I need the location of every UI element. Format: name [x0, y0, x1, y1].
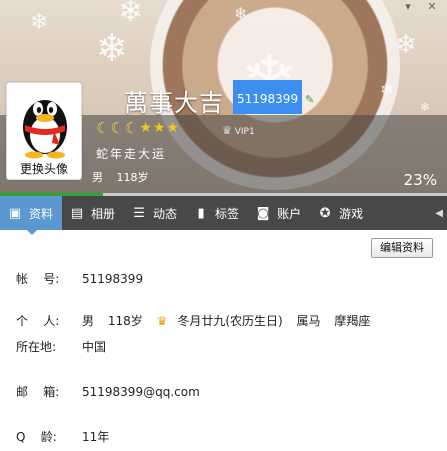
feed-list-icon: ☰: [133, 205, 145, 221]
tab-games[interactable]: ✪ 游戏: [310, 196, 372, 230]
age: 118岁: [107, 314, 143, 328]
birthday: 冬月廿九(农历生日): [177, 314, 283, 328]
tab-label: 标签: [215, 206, 240, 221]
tab-bar: ▣ 资料 ▤ 相册 ☰ 动态 ▮ 标签 ◙ 账户 ✪ 游戏 ◀: [0, 196, 447, 230]
vip-badge[interactable]: ♛ VIP1: [222, 124, 255, 137]
avatar-frame[interactable]: 更换头像: [6, 82, 82, 180]
tab-album[interactable]: ▤ 相册: [62, 196, 124, 230]
personal-value: 男 118岁 ♛ 冬月廿九(农历生日) 属马 摩羯座: [82, 312, 380, 329]
tab-label: 动态: [153, 206, 178, 221]
tab-label: 相册: [91, 206, 116, 221]
snowflake-icon: ❄: [380, 80, 394, 99]
nickname: 萬事大吉: [124, 89, 224, 117]
profile-header: ❄ ❄ ❄ ❄ ❄ ❄ ❄ ❄ ▾ ✕ 更换头像 萬事大吉 51198399 ✎…: [0, 0, 447, 195]
tab-feed[interactable]: ☰ 动态: [124, 196, 186, 230]
gender: 男: [92, 171, 103, 184]
gender: 男: [82, 314, 95, 328]
close-icon[interactable]: ✕: [423, 0, 441, 14]
star-icon: ★: [152, 120, 166, 136]
moon-icon: ☾: [96, 119, 110, 137]
briefcase-icon: ◙: [256, 205, 270, 221]
account-row: 帐 号: 51198399: [16, 270, 143, 287]
q-age-row: Q 龄: 11年: [16, 428, 109, 445]
q-age-value: 11年: [82, 430, 110, 444]
tab-tags[interactable]: ▮ 标签: [186, 196, 248, 230]
album-icon: ▤: [70, 205, 84, 221]
qq-penguin-avatar: [23, 100, 67, 159]
birthday-crown-icon: ♛: [156, 314, 168, 328]
bookmark-icon: ▮: [197, 205, 205, 221]
tab-account[interactable]: ◙ 账户: [248, 196, 310, 230]
field-label: Q 龄:: [16, 430, 57, 444]
snowflake-icon: ❄: [420, 100, 431, 114]
window-controls: ▾ ✕: [399, 0, 441, 14]
location-value: 中国: [82, 340, 107, 354]
moon-icon: ☾: [124, 119, 139, 137]
location-row: 所在地: 中国: [16, 338, 106, 355]
tab-label: 游戏: [339, 206, 364, 221]
qq-number[interactable]: 51198399: [233, 80, 303, 114]
edit-profile-button[interactable]: 编辑资料: [371, 238, 433, 258]
snowflake-icon: ❄: [234, 4, 248, 23]
zodiac: 属马: [296, 314, 321, 328]
field-label: 所在地:: [16, 340, 57, 354]
tab-profile[interactable]: ▣ 资料: [0, 196, 63, 230]
age: 118岁: [116, 171, 149, 184]
field-label: 个 人:: [16, 314, 60, 328]
snowflake-icon: ❄: [118, 0, 144, 29]
email-row: 邮 箱: 51198399@qq.com: [16, 383, 200, 400]
profile-completion: 23%: [403, 171, 437, 189]
snowflake-icon: ❄: [96, 26, 128, 70]
constellation: 摩羯座: [334, 314, 371, 328]
email-value: 51198399@qq.com: [82, 384, 200, 399]
star-icon: ★: [166, 120, 180, 136]
vip-label: VIP1: [234, 127, 255, 137]
gender-age: 男 118岁: [92, 169, 159, 185]
signature: 蛇年走大运: [96, 147, 167, 161]
star-icon: ★: [139, 120, 152, 136]
qq-level[interactable]: ☾ ☾ ☾ ★ ★ ★: [96, 121, 179, 136]
snowflake-icon: ❄: [30, 10, 49, 35]
active-tab-pointer: [26, 229, 38, 235]
change-avatar-label[interactable]: 更换头像: [7, 160, 81, 177]
game-icon: ✪: [319, 205, 331, 221]
profile-card-icon: ▣: [8, 205, 22, 221]
moon-icon: ☾: [110, 119, 124, 137]
snowflake-icon: ❄: [395, 30, 417, 60]
dropdown-icon[interactable]: ▾: [399, 0, 417, 14]
tab-label: 资料: [29, 206, 54, 221]
vip-crown-icon: ♛: [222, 124, 232, 137]
account-value: 51198399: [82, 271, 144, 286]
field-label: 邮 箱:: [16, 385, 60, 399]
tab-label: 账户: [277, 206, 302, 221]
edit-nickname-icon[interactable]: ✎: [305, 93, 314, 106]
tab-scroll-left-icon[interactable]: ◀: [435, 208, 447, 219]
field-label: 帐 号:: [16, 272, 60, 286]
personal-row: 个 人: 男 118岁 ♛ 冬月廿九(农历生日) 属马 摩羯座: [16, 312, 380, 329]
